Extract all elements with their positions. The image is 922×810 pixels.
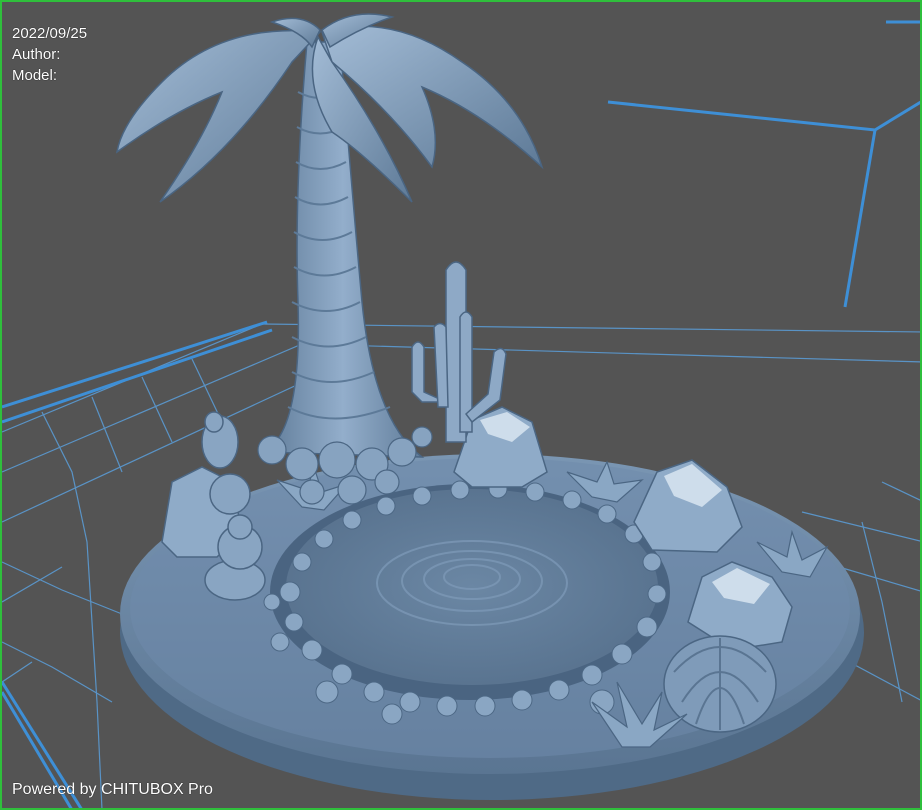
3d-viewport[interactable]: 2022/09/25 Author: Model: Powered by CHI…: [0, 0, 922, 810]
model-info-overlay: 2022/09/25 Author: Model:: [12, 23, 87, 86]
scene-canvas[interactable]: [2, 2, 922, 810]
model-label: Model:: [12, 67, 58, 84]
date-label: 2022/09/25: [12, 25, 88, 42]
author-label: Author:: [12, 46, 61, 63]
powered-by-label: Powered by CHITUBOX Pro: [12, 781, 213, 798]
